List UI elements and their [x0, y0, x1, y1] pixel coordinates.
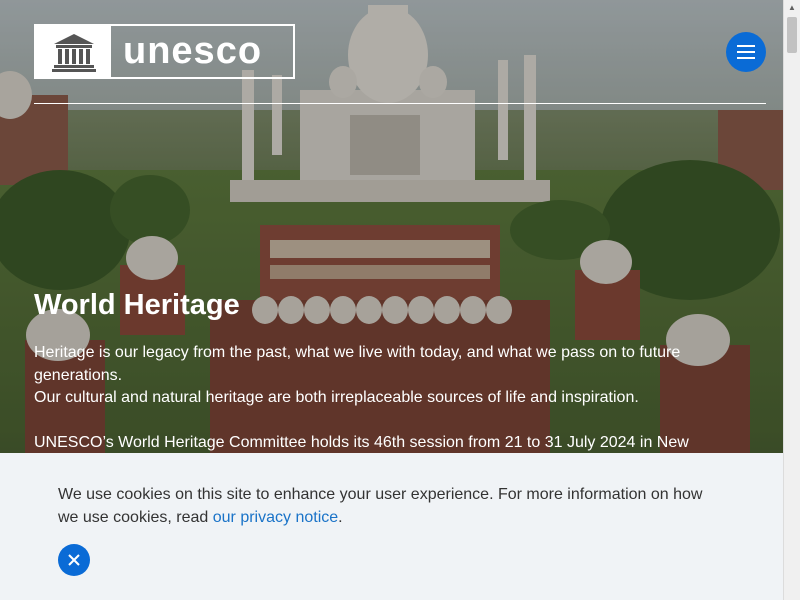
header-divider	[34, 103, 766, 104]
cookie-close-button[interactable]	[58, 544, 90, 576]
logo-wordmark: unesco	[123, 30, 263, 72]
hero-description: Heritage is our legacy from the past, wh…	[34, 342, 754, 454]
cookie-message: We use cookies on this site to enhance y…	[58, 483, 708, 529]
hero-paragraph-1: Heritage is our legacy from the past, wh…	[34, 344, 681, 384]
cookie-text-end: .	[338, 509, 343, 526]
page-title: World Heritage	[34, 289, 240, 321]
cookie-text: We use cookies on this site to enhance y…	[58, 486, 703, 526]
unesco-logo[interactable]: unesco	[34, 24, 295, 79]
hero-paragraph-3: UNESCO’s World Heritage Committee holds …	[34, 433, 689, 451]
vertical-scrollbar[interactable]: ▲	[783, 0, 800, 600]
unesco-temple-emblem-icon	[36, 26, 111, 77]
hero-paragraph-2: Our cultural and natural heritage are bo…	[34, 389, 639, 406]
hamburger-icon	[737, 45, 755, 59]
cookie-banner: We use cookies on this site to enhance y…	[0, 453, 784, 600]
privacy-notice-link[interactable]: our privacy notice	[213, 509, 338, 526]
scroll-thumb[interactable]	[787, 17, 797, 53]
menu-button[interactable]	[726, 32, 766, 72]
scroll-up-arrow-icon[interactable]: ▲	[784, 0, 800, 16]
close-icon	[68, 554, 80, 566]
